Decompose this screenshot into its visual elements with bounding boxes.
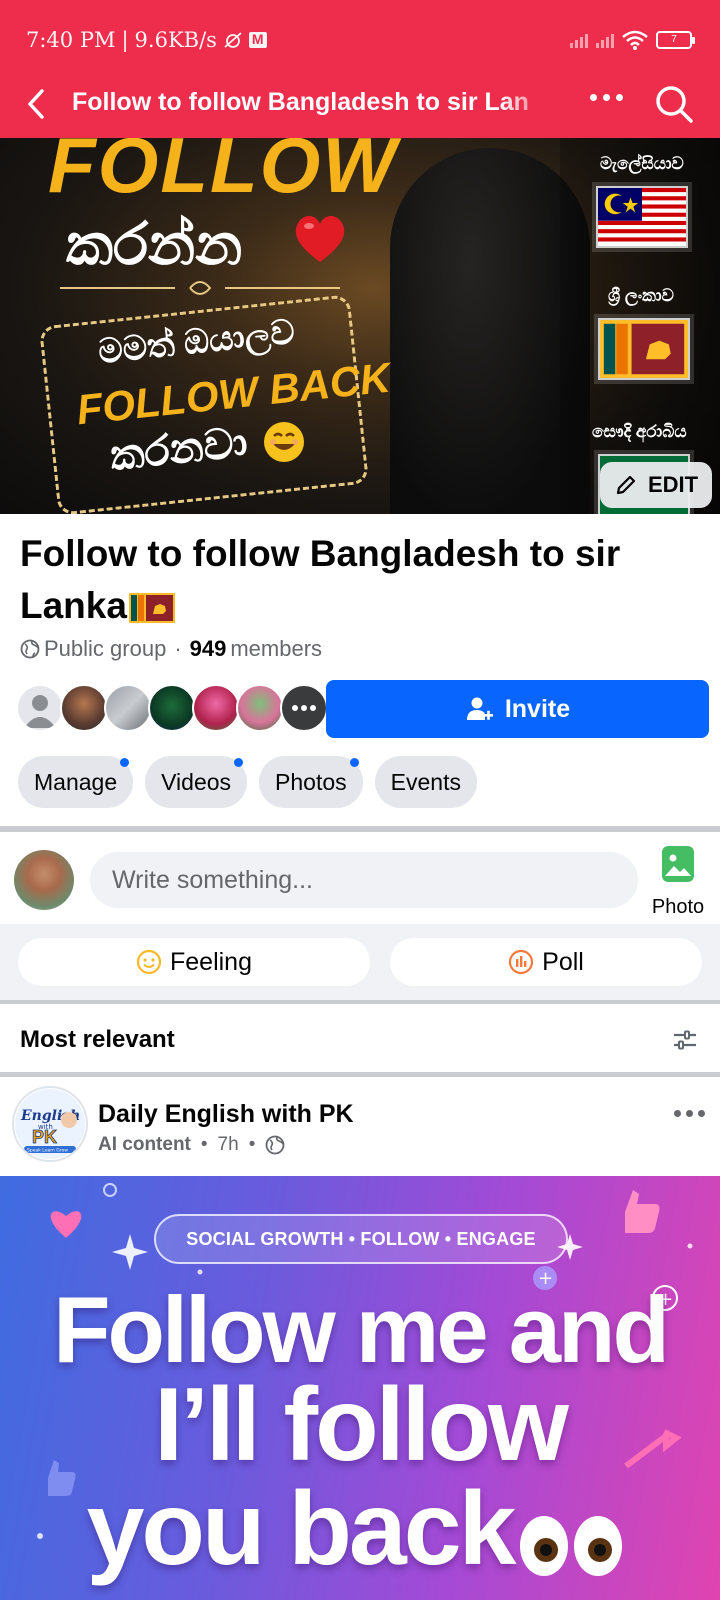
more-options-icon[interactable] (590, 94, 623, 101)
eyes-emoji-icon (520, 1516, 622, 1576)
post-image-pill: SOCIAL GROWTH • FOLLOW • ENGAGE (154, 1214, 568, 1264)
group-cover-photo[interactable]: FOLLOW කරන්න මමත් ඔයාලව FOLLOW BACK කරනව… (0, 138, 720, 514)
flag-label-malaysia: මැලේසියාව (600, 154, 684, 173)
add-person-icon (466, 697, 493, 720)
status-separator: | (121, 28, 129, 52)
my-avatar[interactable] (14, 850, 74, 910)
photo-icon (662, 846, 694, 882)
group-title-line2: Lanka (20, 585, 127, 626)
pill-text: SOCIAL GROWTH • FOLLOW • ENGAGE (186, 1228, 536, 1249)
sri-lanka-flag (598, 318, 690, 380)
group-privacy[interactable]: Public group (44, 636, 166, 662)
signal-1-icon (570, 32, 588, 48)
network-speed: 9.6KB/s (134, 28, 217, 52)
ornament-divider (60, 281, 340, 295)
poll-icon (509, 949, 534, 975)
feeling-smiley-icon (136, 949, 162, 975)
flag-label-saudi-arabia: සෞදි අරාබිය (592, 422, 687, 441)
group-meta: Public group · 949 members (20, 636, 322, 662)
cover-line-karanna: කරන්න (66, 210, 243, 278)
post-more-options-icon[interactable] (674, 1110, 705, 1117)
alarm-off-icon (224, 32, 242, 48)
tab-videos[interactable]: Videos (145, 756, 248, 808)
wifi-icon (622, 30, 648, 50)
globe-icon (265, 1135, 285, 1155)
app-bar: Follow to follow Bangladesh to sir Lan (0, 72, 720, 138)
write-something-input[interactable]: Write something... (90, 852, 638, 908)
chip-label: Photos (275, 768, 347, 795)
meta-bullet: • (200, 1134, 208, 1155)
composer-placeholder: Write something... (112, 865, 314, 894)
group-title: Follow to follow Bangladesh to sir Lanka (20, 528, 700, 632)
more-members-icon[interactable] (280, 684, 328, 732)
post-meta: AI content • 7h • (98, 1134, 285, 1156)
pencil-icon (616, 475, 636, 495)
feeling-label: Feeling (170, 947, 252, 976)
heart-icon (295, 215, 345, 262)
status-time: 7:40 PM (26, 28, 116, 52)
cover-headline: FOLLOW (48, 138, 398, 209)
notification-dot (234, 758, 244, 767)
photo-label: Photo (651, 896, 705, 918)
post-time[interactable]: 7h (218, 1134, 239, 1156)
invite-label: Invite (504, 694, 571, 723)
avatar-pk-text: PK (32, 1127, 57, 1147)
sri-lanka-flag-emoji (128, 593, 175, 624)
notification-dot (349, 758, 359, 767)
invite-button[interactable]: Invite (326, 680, 709, 738)
chip-label: Manage (34, 768, 118, 795)
avatar-badges-text: Speak Learn Grow (27, 1148, 68, 1154)
feeling-button[interactable]: Feeling (18, 938, 370, 986)
gmail-icon (248, 31, 267, 48)
avatar (16, 684, 64, 732)
tab-photos[interactable]: Photos (259, 756, 363, 808)
tab-manage[interactable]: Manage (18, 756, 134, 808)
group-title-line1: Follow to follow Bangladesh to sir (20, 533, 621, 574)
chip-label: Events (390, 768, 461, 795)
avatar (104, 684, 152, 732)
top-app-bar: 7:40 PM | 9.6KB/s 7 Follow to follow Ban… (0, 0, 720, 138)
battery-level: 7 (671, 34, 677, 45)
post-author-name[interactable]: Daily English with PK (98, 1100, 354, 1129)
group-tabs: Manage Videos Photos Events (18, 756, 477, 808)
poll-label: Poll (542, 947, 584, 976)
avatar (148, 684, 196, 732)
avatar (192, 684, 240, 732)
section-divider (0, 826, 720, 832)
members-label: members (230, 636, 323, 661)
smiling-face-icon (264, 422, 304, 462)
avatar (236, 684, 284, 732)
edit-cover-button[interactable]: EDIT (600, 462, 712, 508)
ai-content-label[interactable]: AI content (98, 1134, 191, 1156)
sort-label[interactable]: Most relevant (20, 1026, 175, 1054)
filter-sliders-icon[interactable] (672, 1028, 698, 1052)
battery-icon: 7 (656, 31, 695, 49)
app-bar-title: Follow to follow Bangladesh to sir Lan (72, 88, 529, 116)
chip-label: Videos (161, 768, 232, 795)
meta-dot: · (174, 636, 182, 661)
section-divider (0, 1072, 720, 1077)
title-fade (500, 84, 560, 124)
post-image-line2: I’ll follow (154, 1367, 569, 1483)
photo-button[interactable]: Photo (648, 846, 708, 919)
status-bar: 7:40 PM | 9.6KB/s (26, 28, 267, 52)
malaysia-flag (596, 186, 688, 248)
edit-label: EDIT (647, 472, 699, 497)
notification-dot (120, 758, 130, 767)
poll-button[interactable]: Poll (390, 938, 702, 986)
member-count: 949 (189, 636, 227, 661)
section-divider (0, 1000, 720, 1004)
signal-2-icon (596, 32, 614, 48)
globe-icon (20, 639, 40, 659)
post-author-avatar[interactable]: English with PK Speak Learn Grow (12, 1086, 88, 1162)
search-icon[interactable] (652, 82, 696, 126)
tab-events[interactable]: Events (374, 756, 477, 808)
back-arrow-icon[interactable] (22, 86, 52, 122)
flag-label-sri-lanka: ශ්‍රී ලංකාව (608, 286, 674, 305)
avatar (60, 684, 108, 732)
meta-bullet: • (248, 1134, 256, 1155)
status-right: 7 (570, 30, 695, 50)
